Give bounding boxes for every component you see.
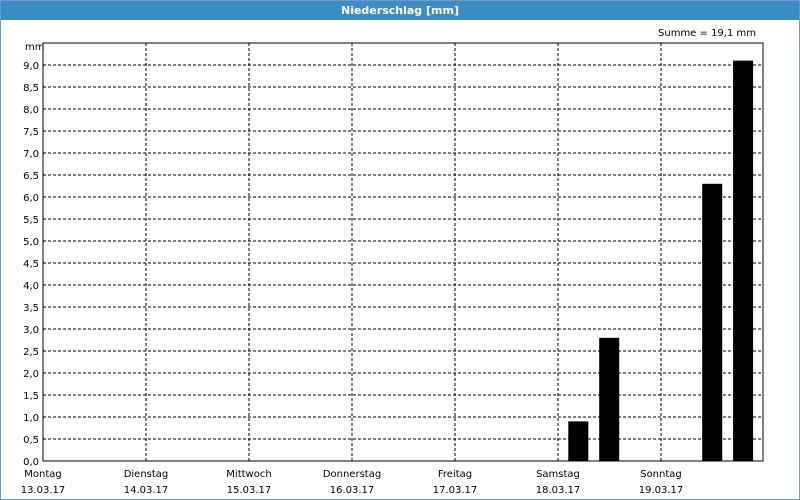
y-tick-label: 3,5 (23, 303, 39, 314)
x-tick-date: 15.03.17 (227, 485, 272, 496)
x-tick-date: 14.03.17 (124, 485, 169, 496)
sum-label: Summe = 19,1 mm (658, 28, 756, 39)
y-tick-label: 6,0 (23, 193, 39, 204)
y-axis-unit: mm (25, 42, 44, 53)
y-tick-label: 1,5 (23, 391, 39, 402)
chart-window: Niederschlag [mm] 0,0 0,5 1,0 1,5 2,0 2,5 3,0 3… (0, 0, 800, 500)
x-tick-date: 16.03.17 (330, 485, 375, 496)
y-tick-label: 2,5 (23, 347, 39, 358)
x-tick-day: Mittwoch (226, 469, 271, 480)
y-tick-label: 3,0 (23, 325, 39, 336)
y-tick-label: 5,0 (23, 237, 39, 248)
precipitation-bar (568, 421, 589, 461)
y-tick-label: 6,5 (23, 171, 39, 182)
x-tick-day: Freitag (438, 469, 472, 480)
y-tick-label: 8,0 (23, 105, 39, 116)
x-tick-day: Samstag (536, 469, 580, 480)
x-tick-day: Sonntag (640, 469, 682, 480)
y-tick-label: 7,5 (23, 127, 39, 138)
x-tick-day: Montag (24, 469, 61, 480)
x-axis-ticks: Montag 13.03.17 Dienstag 14.03.17 Mittwoch 15… (21, 469, 684, 496)
y-tick-label: 0,0 (23, 457, 39, 468)
x-tick-date: 19.03.17 (639, 485, 684, 496)
x-tick-date: 17.03.17 (433, 485, 478, 496)
x-tick-day: Dienstag (124, 469, 169, 480)
plot-frame (42, 42, 764, 462)
precipitation-bar (733, 60, 754, 461)
y-tick-label: 2,0 (23, 369, 39, 380)
y-tick-label: 9,0 (23, 61, 39, 72)
precipitation-bar (702, 183, 723, 462)
y-tick-label: 5,5 (23, 215, 39, 226)
y-tick-label: 0,5 (23, 435, 39, 446)
precipitation-bar (599, 337, 620, 461)
y-tick-label: 8,5 (23, 83, 39, 94)
y-tick-label: 1,0 (23, 413, 39, 424)
grid-lines (43, 43, 763, 461)
x-tick-day: Donnerstag (323, 469, 381, 480)
y-tick-label: 4,5 (23, 259, 39, 270)
y-axis-ticks: 0,0 0,5 1,0 1,5 2,0 2,5 3,0 3,5 4,0 4,5 5,0 5,5 6,0 6… (23, 61, 39, 468)
x-tick-date: 13.03.17 (21, 485, 66, 496)
x-tick-date: 18.03.17 (536, 485, 581, 496)
y-tick-label: 7,0 (23, 149, 39, 160)
y-tick-label: 4,0 (23, 281, 39, 292)
precipitation-chart: 0,0 0,5 1,0 1,5 2,0 2,5 3,0 3,5 4,0 4,5 5,0 5,5 6,0 6… (21, 28, 764, 496)
